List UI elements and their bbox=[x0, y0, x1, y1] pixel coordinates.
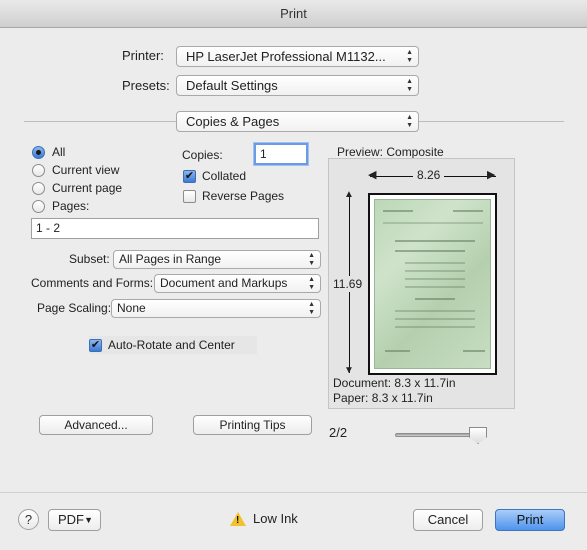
arrow-right-icon: ▶ bbox=[487, 169, 496, 181]
auto-rotate-label: Auto-Rotate and Center bbox=[108, 338, 235, 352]
warning-icon: ! bbox=[230, 511, 246, 526]
chevron-updown-icon: ▲ ▼ bbox=[406, 77, 413, 93]
radio-button[interactable] bbox=[32, 145, 45, 159]
radio-current-view-label: Current view bbox=[52, 163, 120, 177]
doc-graphic bbox=[395, 250, 465, 252]
printer-label: Printer: bbox=[122, 48, 164, 63]
comments-forms-value: Document and Markups bbox=[160, 276, 288, 290]
arrow-left-icon: ◀ bbox=[368, 169, 377, 181]
radio-button[interactable] bbox=[32, 163, 45, 177]
copies-label: Copies: bbox=[182, 148, 223, 162]
section-select[interactable]: Copies & Pages ▲ ▼ bbox=[176, 111, 419, 132]
chevron-updown-icon: ▲ ▼ bbox=[406, 48, 413, 64]
window-title: Print bbox=[0, 0, 587, 28]
page-scaling-value: None bbox=[117, 301, 146, 315]
arrow-down-icon: ▼ bbox=[344, 365, 354, 376]
preview-title: Preview: Composite bbox=[337, 145, 444, 159]
radio-pages-label: Pages: bbox=[52, 199, 90, 213]
radio-button[interactable] bbox=[32, 199, 45, 213]
doc-graphic bbox=[405, 286, 465, 288]
slider-knob[interactable] bbox=[469, 427, 487, 444]
chevron-down-icon: ▼ bbox=[84, 515, 93, 525]
subset-select[interactable]: All Pages in Range ▲ ▼ bbox=[113, 250, 321, 269]
radio-pages[interactable]: Pages: bbox=[32, 197, 177, 215]
checkmark-icon[interactable]: ✔ bbox=[89, 338, 102, 352]
reverse-pages-checkbox[interactable]: Reverse Pages bbox=[183, 187, 284, 205]
page-preview[interactable] bbox=[368, 193, 497, 375]
section-value: Copies & Pages bbox=[186, 114, 280, 129]
doc-graphic bbox=[395, 318, 475, 320]
doc-graphic bbox=[385, 350, 410, 352]
collated-checkbox[interactable]: ✔ Collated bbox=[183, 167, 246, 185]
document-size-text: Document: 8.3 x 11.7in bbox=[333, 376, 456, 390]
low-ink-warning: ! Low Ink bbox=[230, 511, 298, 526]
chevron-updown-icon: ▲ ▼ bbox=[308, 300, 315, 316]
footer-divider bbox=[0, 492, 587, 493]
chevron-updown-icon: ▲ ▼ bbox=[308, 251, 315, 267]
section-divider-left bbox=[24, 121, 176, 122]
chevron-updown-icon: ▲ ▼ bbox=[308, 275, 315, 291]
doc-graphic bbox=[463, 350, 485, 352]
help-icon[interactable]: ? bbox=[18, 509, 39, 530]
doc-graphic bbox=[405, 270, 465, 272]
section-divider-right bbox=[419, 121, 564, 122]
paper-size-text: Paper: 8.3 x 11.7in bbox=[333, 391, 433, 405]
doc-graphic bbox=[383, 222, 483, 224]
doc-graphic bbox=[395, 310, 475, 312]
presets-value: Default Settings bbox=[186, 78, 278, 93]
doc-graphic bbox=[383, 210, 413, 212]
page-scaling-label: Page Scaling: bbox=[37, 301, 112, 315]
document-thumbnail bbox=[374, 199, 491, 369]
pages-range-input[interactable]: 1 - 2 bbox=[31, 218, 319, 239]
doc-graphic bbox=[453, 210, 483, 212]
pdf-button[interactable]: PDF ▼ bbox=[48, 509, 101, 531]
comments-forms-select[interactable]: Document and Markups ▲ ▼ bbox=[154, 274, 321, 293]
pdf-label: PDF bbox=[58, 512, 84, 527]
doc-graphic bbox=[405, 262, 465, 264]
checkmark-icon[interactable]: ✔ bbox=[183, 169, 196, 183]
advanced-button[interactable]: Advanced... bbox=[39, 415, 153, 435]
subset-label: Subset: bbox=[69, 252, 110, 266]
doc-graphic bbox=[395, 240, 475, 242]
radio-current-page-label: Current page bbox=[52, 181, 123, 195]
printing-tips-button[interactable]: Printing Tips bbox=[193, 415, 312, 435]
radio-all-label: All bbox=[52, 145, 66, 159]
chevron-updown-icon: ▲ ▼ bbox=[406, 113, 413, 129]
presets-select[interactable]: Default Settings ▲ ▼ bbox=[176, 75, 419, 96]
doc-graphic bbox=[395, 326, 475, 328]
radio-button[interactable] bbox=[32, 181, 45, 195]
doc-graphic bbox=[405, 278, 465, 280]
checkbox-box[interactable] bbox=[183, 189, 196, 203]
collated-label: Collated bbox=[202, 169, 247, 183]
subset-value: All Pages in Range bbox=[119, 252, 222, 266]
presets-label: Presets: bbox=[122, 78, 170, 93]
arrow-up-icon: ▲ bbox=[344, 189, 354, 200]
comments-forms-label: Comments and Forms: bbox=[31, 276, 154, 290]
printer-value: HP LaserJet Professional M1132... bbox=[186, 49, 386, 64]
warning-text: Low Ink bbox=[253, 511, 298, 526]
doc-graphic bbox=[415, 298, 455, 300]
page-indicator: 2/2 bbox=[329, 425, 348, 440]
reverse-pages-label: Reverse Pages bbox=[202, 189, 285, 203]
width-dimension-label: 8.26 bbox=[413, 168, 445, 182]
height-dimension-label: 11.69 bbox=[333, 276, 363, 292]
radio-all[interactable]: All bbox=[32, 143, 177, 161]
page-scaling-select[interactable]: None ▲ ▼ bbox=[111, 299, 321, 318]
copies-input[interactable]: 1 bbox=[254, 143, 308, 165]
print-button[interactable]: Print bbox=[495, 509, 565, 531]
radio-current-view[interactable]: Current view bbox=[32, 161, 177, 179]
radio-current-page[interactable]: Current page bbox=[32, 179, 177, 197]
printer-select[interactable]: HP LaserJet Professional M1132... ▲ ▼ bbox=[176, 46, 419, 67]
auto-rotate-checkbox[interactable]: ✔ Auto-Rotate and Center bbox=[89, 336, 257, 354]
cancel-button[interactable]: Cancel bbox=[413, 509, 483, 531]
